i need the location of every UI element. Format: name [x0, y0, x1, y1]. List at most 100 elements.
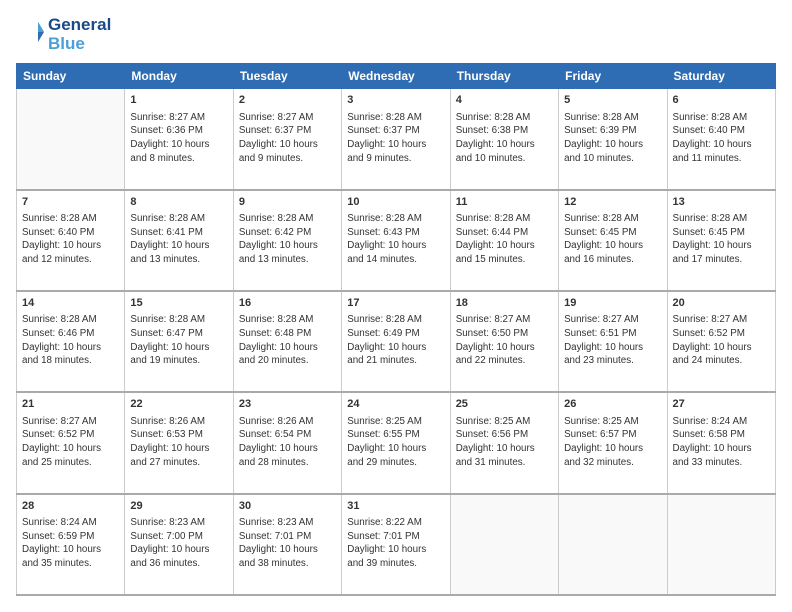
week-row-5: 28Sunrise: 8:24 AMSunset: 6:59 PMDayligh…: [17, 494, 776, 595]
day-number: 18: [456, 296, 553, 311]
day-number: 12: [564, 195, 661, 210]
day-cell: 28Sunrise: 8:24 AMSunset: 6:59 PMDayligh…: [17, 494, 125, 595]
day-info: Sunrise: 8:28 AMSunset: 6:42 PMDaylight:…: [239, 212, 336, 267]
day-cell: [450, 494, 558, 595]
day-number: 2: [239, 93, 336, 108]
day-number: 5: [564, 93, 661, 108]
day-cell: 27Sunrise: 8:24 AMSunset: 6:58 PMDayligh…: [667, 392, 775, 493]
day-number: 20: [673, 296, 770, 311]
column-header-thursday: Thursday: [450, 64, 558, 89]
day-cell: 8 Sunrise: 8:28 AMSunset: 6:41 PMDaylight…: [125, 190, 233, 291]
day-info: Sunrise: 8:28 AMSunset: 6:45 PMDaylight:…: [673, 212, 770, 267]
day-cell: 7Sunrise: 8:28 AMSunset: 6:40 PMDaylight…: [17, 190, 125, 291]
day-number: 17: [347, 296, 444, 311]
calendar-header-row: SundayMondayTuesdayWednesdayThursdayFrid…: [17, 64, 776, 89]
day-info: Sunrise: 8:28 AMSunset: 6:40 PMDaylight:…: [22, 212, 119, 267]
day-cell: 21Sunrise: 8:27 AMSunset: 6:52 PMDayligh…: [17, 392, 125, 493]
page: General Blue SundayMondayTuesdayWednesda…: [0, 0, 792, 612]
day-cell: [559, 494, 667, 595]
day-info: Sunrise: 8:28 AMSunset: 6:39 PMDaylight:…: [564, 111, 661, 166]
day-info: Sunrise: 8:28 AMSunset: 6:38 PMDaylight:…: [456, 111, 553, 166]
day-cell: 6 Sunrise: 8:28 AMSunset: 6:40 PMDaylight…: [667, 89, 775, 190]
day-cell: 22 Sunrise: 8:26 AMSunset: 6:53 PMDayligh…: [125, 392, 233, 493]
column-header-sunday: Sunday: [17, 64, 125, 89]
week-row-4: 21Sunrise: 8:27 AMSunset: 6:52 PMDayligh…: [17, 392, 776, 493]
day-cell: 13 Sunrise: 8:28 AMSunset: 6:45 PMDayligh…: [667, 190, 775, 291]
day-cell: 16 Sunrise: 8:28 AMSunset: 6:48 PMDayligh…: [233, 291, 341, 392]
day-cell: 25 Sunrise: 8:25 AMSunset: 6:56 PMDayligh…: [450, 392, 558, 493]
day-info: Sunrise: 8:27 AMSunset: 6:52 PMDaylight:…: [22, 415, 119, 470]
day-info: Sunrise: 8:23 AMSunset: 7:00 PMDaylight:…: [130, 516, 227, 571]
day-cell: 1 Sunrise: 8:27 AMSunset: 6:36 PMDaylight…: [125, 89, 233, 190]
column-header-saturday: Saturday: [667, 64, 775, 89]
column-header-wednesday: Wednesday: [342, 64, 450, 89]
logo-general: General: [48, 16, 111, 35]
day-number: 6: [673, 93, 770, 108]
day-info: Sunrise: 8:28 AMSunset: 6:44 PMDaylight:…: [456, 212, 553, 267]
day-info: Sunrise: 8:28 AMSunset: 6:45 PMDaylight:…: [564, 212, 661, 267]
header: General Blue: [16, 16, 776, 53]
day-info: Sunrise: 8:28 AMSunset: 6:49 PMDaylight:…: [347, 313, 444, 368]
day-cell: 15 Sunrise: 8:28 AMSunset: 6:47 PMDayligh…: [125, 291, 233, 392]
day-info: Sunrise: 8:25 AMSunset: 6:56 PMDaylight:…: [456, 415, 553, 470]
day-info: Sunrise: 8:26 AMSunset: 6:53 PMDaylight:…: [130, 415, 227, 470]
day-cell: [17, 89, 125, 190]
day-number: 29: [130, 499, 227, 514]
day-info: Sunrise: 8:28 AMSunset: 6:37 PMDaylight:…: [347, 111, 444, 166]
day-cell: 14Sunrise: 8:28 AMSunset: 6:46 PMDayligh…: [17, 291, 125, 392]
day-cell: 29 Sunrise: 8:23 AMSunset: 7:00 PMDayligh…: [125, 494, 233, 595]
day-info: Sunrise: 8:28 AMSunset: 6:48 PMDaylight:…: [239, 313, 336, 368]
day-cell: 20Sunrise: 8:27 AMSunset: 6:52 PMDayligh…: [667, 291, 775, 392]
day-info: Sunrise: 8:28 AMSunset: 6:47 PMDaylight:…: [130, 313, 227, 368]
day-number: 1: [130, 93, 227, 108]
day-number: 8: [130, 195, 227, 210]
day-cell: 10 Sunrise: 8:28 AMSunset: 6:43 PMDayligh…: [342, 190, 450, 291]
day-info: Sunrise: 8:24 AMSunset: 6:59 PMDaylight:…: [22, 516, 119, 571]
day-cell: [667, 494, 775, 595]
day-cell: 11 Sunrise: 8:28 AMSunset: 6:44 PMDayligh…: [450, 190, 558, 291]
day-number: 9: [239, 195, 336, 210]
day-number: 31: [347, 499, 444, 514]
day-cell: 5 Sunrise: 8:28 AMSunset: 6:39 PMDaylight…: [559, 89, 667, 190]
week-row-2: 7Sunrise: 8:28 AMSunset: 6:40 PMDaylight…: [17, 190, 776, 291]
day-cell: 18 Sunrise: 8:27 AMSunset: 6:50 PMDayligh…: [450, 291, 558, 392]
week-row-3: 14Sunrise: 8:28 AMSunset: 6:46 PMDayligh…: [17, 291, 776, 392]
logo-icon: [16, 18, 44, 46]
day-info: Sunrise: 8:28 AMSunset: 6:46 PMDaylight:…: [22, 313, 119, 368]
day-cell: 9 Sunrise: 8:28 AMSunset: 6:42 PMDaylight…: [233, 190, 341, 291]
day-number: 25: [456, 397, 553, 412]
calendar-table: SundayMondayTuesdayWednesdayThursdayFrid…: [16, 63, 776, 596]
day-number: 24: [347, 397, 444, 412]
day-number: 22: [130, 397, 227, 412]
day-number: 26: [564, 397, 661, 412]
day-cell: 19Sunrise: 8:27 AMSunset: 6:51 PMDayligh…: [559, 291, 667, 392]
day-info: Sunrise: 8:28 AMSunset: 6:41 PMDaylight:…: [130, 212, 227, 267]
logo-blue: Blue: [48, 35, 111, 54]
day-info: Sunrise: 8:25 AMSunset: 6:57 PMDaylight:…: [564, 415, 661, 470]
day-number: 10: [347, 195, 444, 210]
day-info: Sunrise: 8:23 AMSunset: 7:01 PMDaylight:…: [239, 516, 336, 571]
day-info: Sunrise: 8:26 AMSunset: 6:54 PMDaylight:…: [239, 415, 336, 470]
day-info: Sunrise: 8:24 AMSunset: 6:58 PMDaylight:…: [673, 415, 770, 470]
day-number: 13: [673, 195, 770, 210]
column-header-monday: Monday: [125, 64, 233, 89]
day-number: 11: [456, 195, 553, 210]
day-number: 16: [239, 296, 336, 311]
day-cell: 31 Sunrise: 8:22 AMSunset: 7:01 PMDayligh…: [342, 494, 450, 595]
day-cell: 12 Sunrise: 8:28 AMSunset: 6:45 PMDayligh…: [559, 190, 667, 291]
day-number: 23: [239, 397, 336, 412]
day-cell: 2Sunrise: 8:27 AMSunset: 6:37 PMDaylight…: [233, 89, 341, 190]
day-number: 15: [130, 296, 227, 311]
day-info: Sunrise: 8:27 AMSunset: 6:36 PMDaylight:…: [130, 111, 227, 166]
logo: General Blue: [16, 16, 111, 53]
day-number: 3: [347, 93, 444, 108]
day-info: Sunrise: 8:25 AMSunset: 6:55 PMDaylight:…: [347, 415, 444, 470]
day-info: Sunrise: 8:28 AMSunset: 6:40 PMDaylight:…: [673, 111, 770, 166]
day-cell: 3 Sunrise: 8:28 AMSunset: 6:37 PMDaylight…: [342, 89, 450, 190]
day-cell: 17 Sunrise: 8:28 AMSunset: 6:49 PMDayligh…: [342, 291, 450, 392]
day-cell: 26 Sunrise: 8:25 AMSunset: 6:57 PMDayligh…: [559, 392, 667, 493]
day-info: Sunrise: 8:27 AMSunset: 6:50 PMDaylight:…: [456, 313, 553, 368]
day-info: Sunrise: 8:28 AMSunset: 6:43 PMDaylight:…: [347, 212, 444, 267]
day-info: Sunrise: 8:22 AMSunset: 7:01 PMDaylight:…: [347, 516, 444, 571]
column-header-tuesday: Tuesday: [233, 64, 341, 89]
